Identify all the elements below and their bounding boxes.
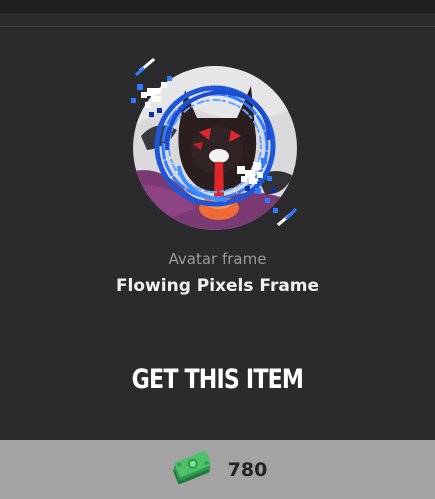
cash-stack-icon	[172, 450, 211, 484]
avatar-frame-preview	[131, 58, 298, 230]
get-item-button[interactable]: GET THIS ITEM	[39, 364, 396, 395]
item-name: Flowing Pixels Frame	[115, 276, 320, 296]
top-strip	[0, 0, 435, 13]
item-type-label: Avatar frame	[168, 250, 267, 268]
price-amount: 780	[227, 458, 268, 481]
price-button[interactable]: 780	[0, 440, 435, 499]
